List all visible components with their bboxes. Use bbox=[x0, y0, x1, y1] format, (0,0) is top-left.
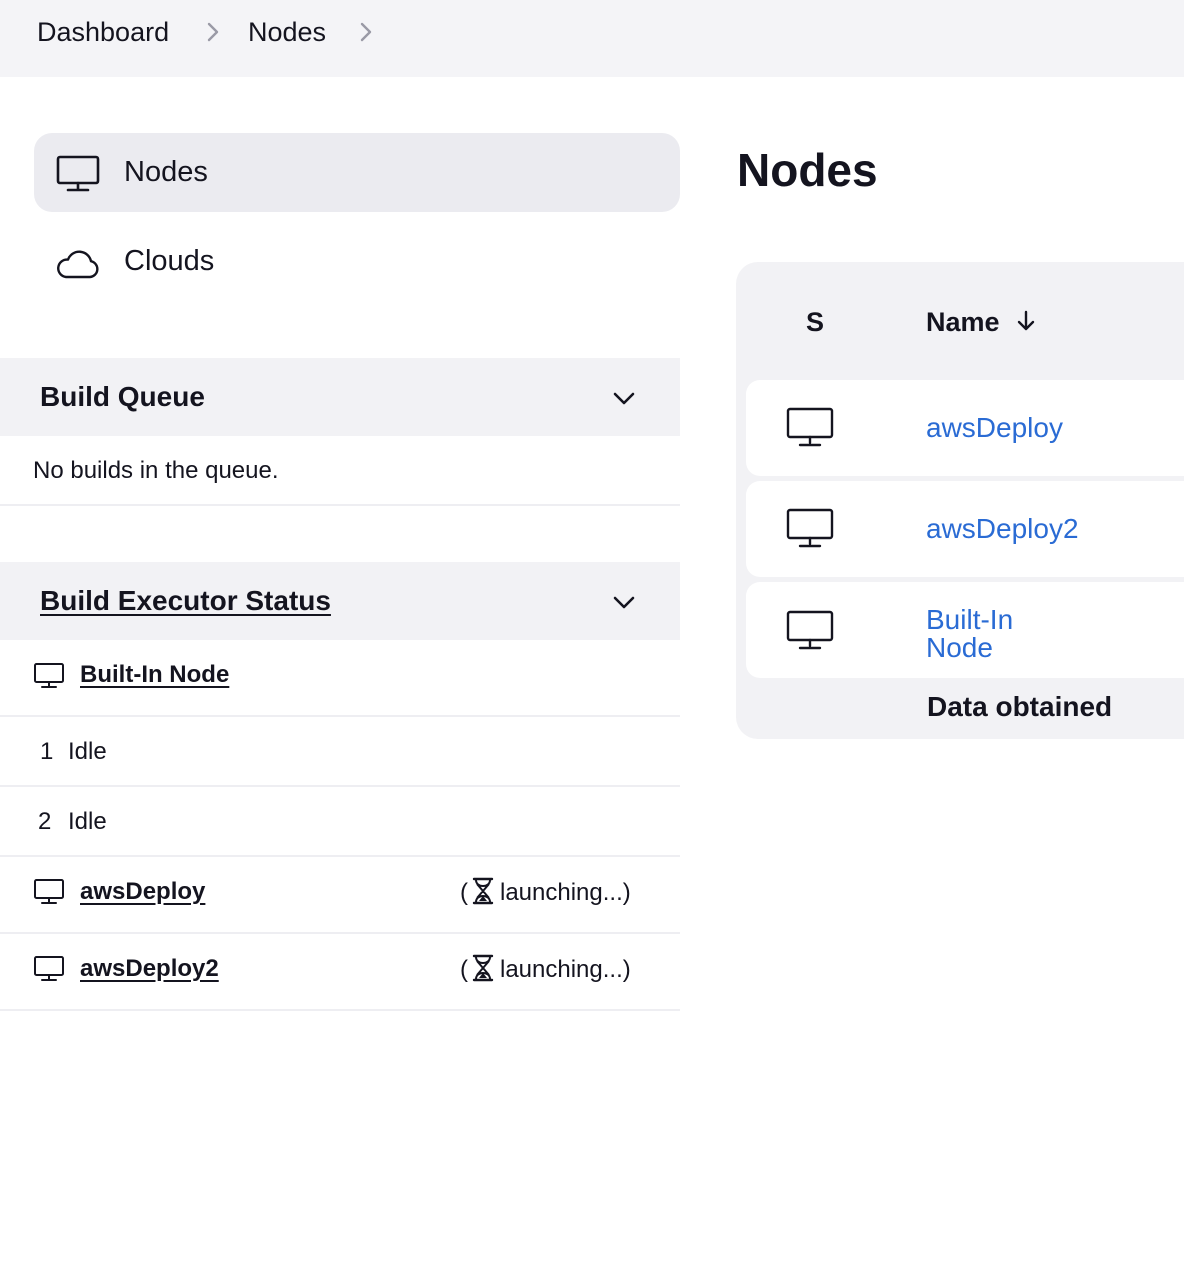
sort-down-arrow-icon[interactable] bbox=[1015, 308, 1037, 334]
monitor-icon bbox=[56, 155, 100, 192]
page-title: Nodes bbox=[737, 144, 878, 196]
launching-status: ( launching...) bbox=[460, 954, 631, 985]
executor-number: 1 bbox=[40, 738, 54, 765]
chevron-right-icon bbox=[207, 22, 219, 42]
cloud-icon bbox=[57, 250, 99, 279]
hourglass-icon bbox=[472, 877, 494, 905]
sidebar-item-label: Nodes bbox=[124, 156, 208, 188]
node-link-awsdeploy[interactable]: awsDeploy bbox=[926, 414, 1126, 442]
node-link-built-in[interactable]: Built-In Node bbox=[926, 606, 1046, 662]
column-header-name[interactable]: Name bbox=[926, 306, 1000, 338]
sidebar-item-label: Clouds bbox=[124, 245, 215, 277]
launching-text: launching...) bbox=[500, 956, 631, 983]
chevron-right-icon[interactable] bbox=[355, 20, 377, 44]
paren: ( bbox=[460, 956, 468, 983]
executor-node-row: awsDeploy2 ( launching...) bbox=[0, 934, 680, 1011]
hourglass-icon bbox=[472, 954, 494, 982]
monitor-icon bbox=[34, 663, 64, 688]
executor-status: Idle bbox=[68, 738, 107, 765]
sidebar-item-clouds[interactable]: Clouds bbox=[34, 222, 680, 301]
paren: ( bbox=[460, 879, 468, 906]
monitor-icon bbox=[34, 879, 64, 904]
build-queue-empty-text: No builds in the queue. bbox=[33, 457, 279, 484]
monitor-icon bbox=[786, 610, 834, 650]
chevron-down-icon[interactable] bbox=[610, 384, 638, 412]
executor-row: 1 Idle bbox=[0, 717, 680, 787]
build-queue-header: Build Queue bbox=[0, 358, 680, 436]
sidebar-item-nodes[interactable]: Nodes bbox=[34, 133, 680, 212]
executor-node-row: Built-In Node bbox=[0, 640, 680, 717]
breadcrumb-bar: Dashboard Nodes bbox=[0, 0, 1184, 77]
launching-text: launching...) bbox=[500, 879, 631, 906]
column-header-status[interactable]: S bbox=[806, 306, 824, 338]
monitor-icon bbox=[786, 407, 834, 447]
table-row: Built-In Node bbox=[746, 582, 1184, 678]
executor-row: 2 Idle bbox=[0, 787, 680, 857]
executor-node-link-awsdeploy[interactable]: awsDeploy bbox=[80, 877, 205, 907]
build-queue-title: Build Queue bbox=[40, 381, 205, 412]
executor-status-header: Build Executor Status bbox=[0, 562, 680, 640]
build-queue-empty-row: No builds in the queue. bbox=[0, 436, 680, 506]
executor-status: Idle bbox=[68, 808, 107, 835]
executor-number: 2 bbox=[38, 808, 52, 835]
node-link-awsdeploy2[interactable]: awsDeploy2 bbox=[926, 515, 1126, 543]
breadcrumb-nodes[interactable]: Nodes bbox=[248, 16, 326, 48]
chevron-down-icon[interactable] bbox=[610, 588, 638, 616]
monitor-icon bbox=[34, 956, 64, 981]
table-row: awsDeploy2 bbox=[746, 481, 1184, 577]
launching-status: ( launching...) bbox=[460, 877, 631, 908]
executor-node-link-built-in[interactable]: Built-In Node bbox=[80, 660, 229, 690]
table-footer: Data obtained bbox=[927, 691, 1113, 722]
breadcrumb-dashboard[interactable]: Dashboard bbox=[37, 16, 169, 48]
executor-node-row: awsDeploy ( launching...) bbox=[0, 857, 680, 934]
executor-node-link-awsdeploy2[interactable]: awsDeploy2 bbox=[80, 954, 219, 984]
monitor-icon bbox=[786, 508, 834, 548]
table-row: awsDeploy bbox=[746, 380, 1184, 476]
executor-status-title[interactable]: Build Executor Status bbox=[40, 584, 331, 618]
